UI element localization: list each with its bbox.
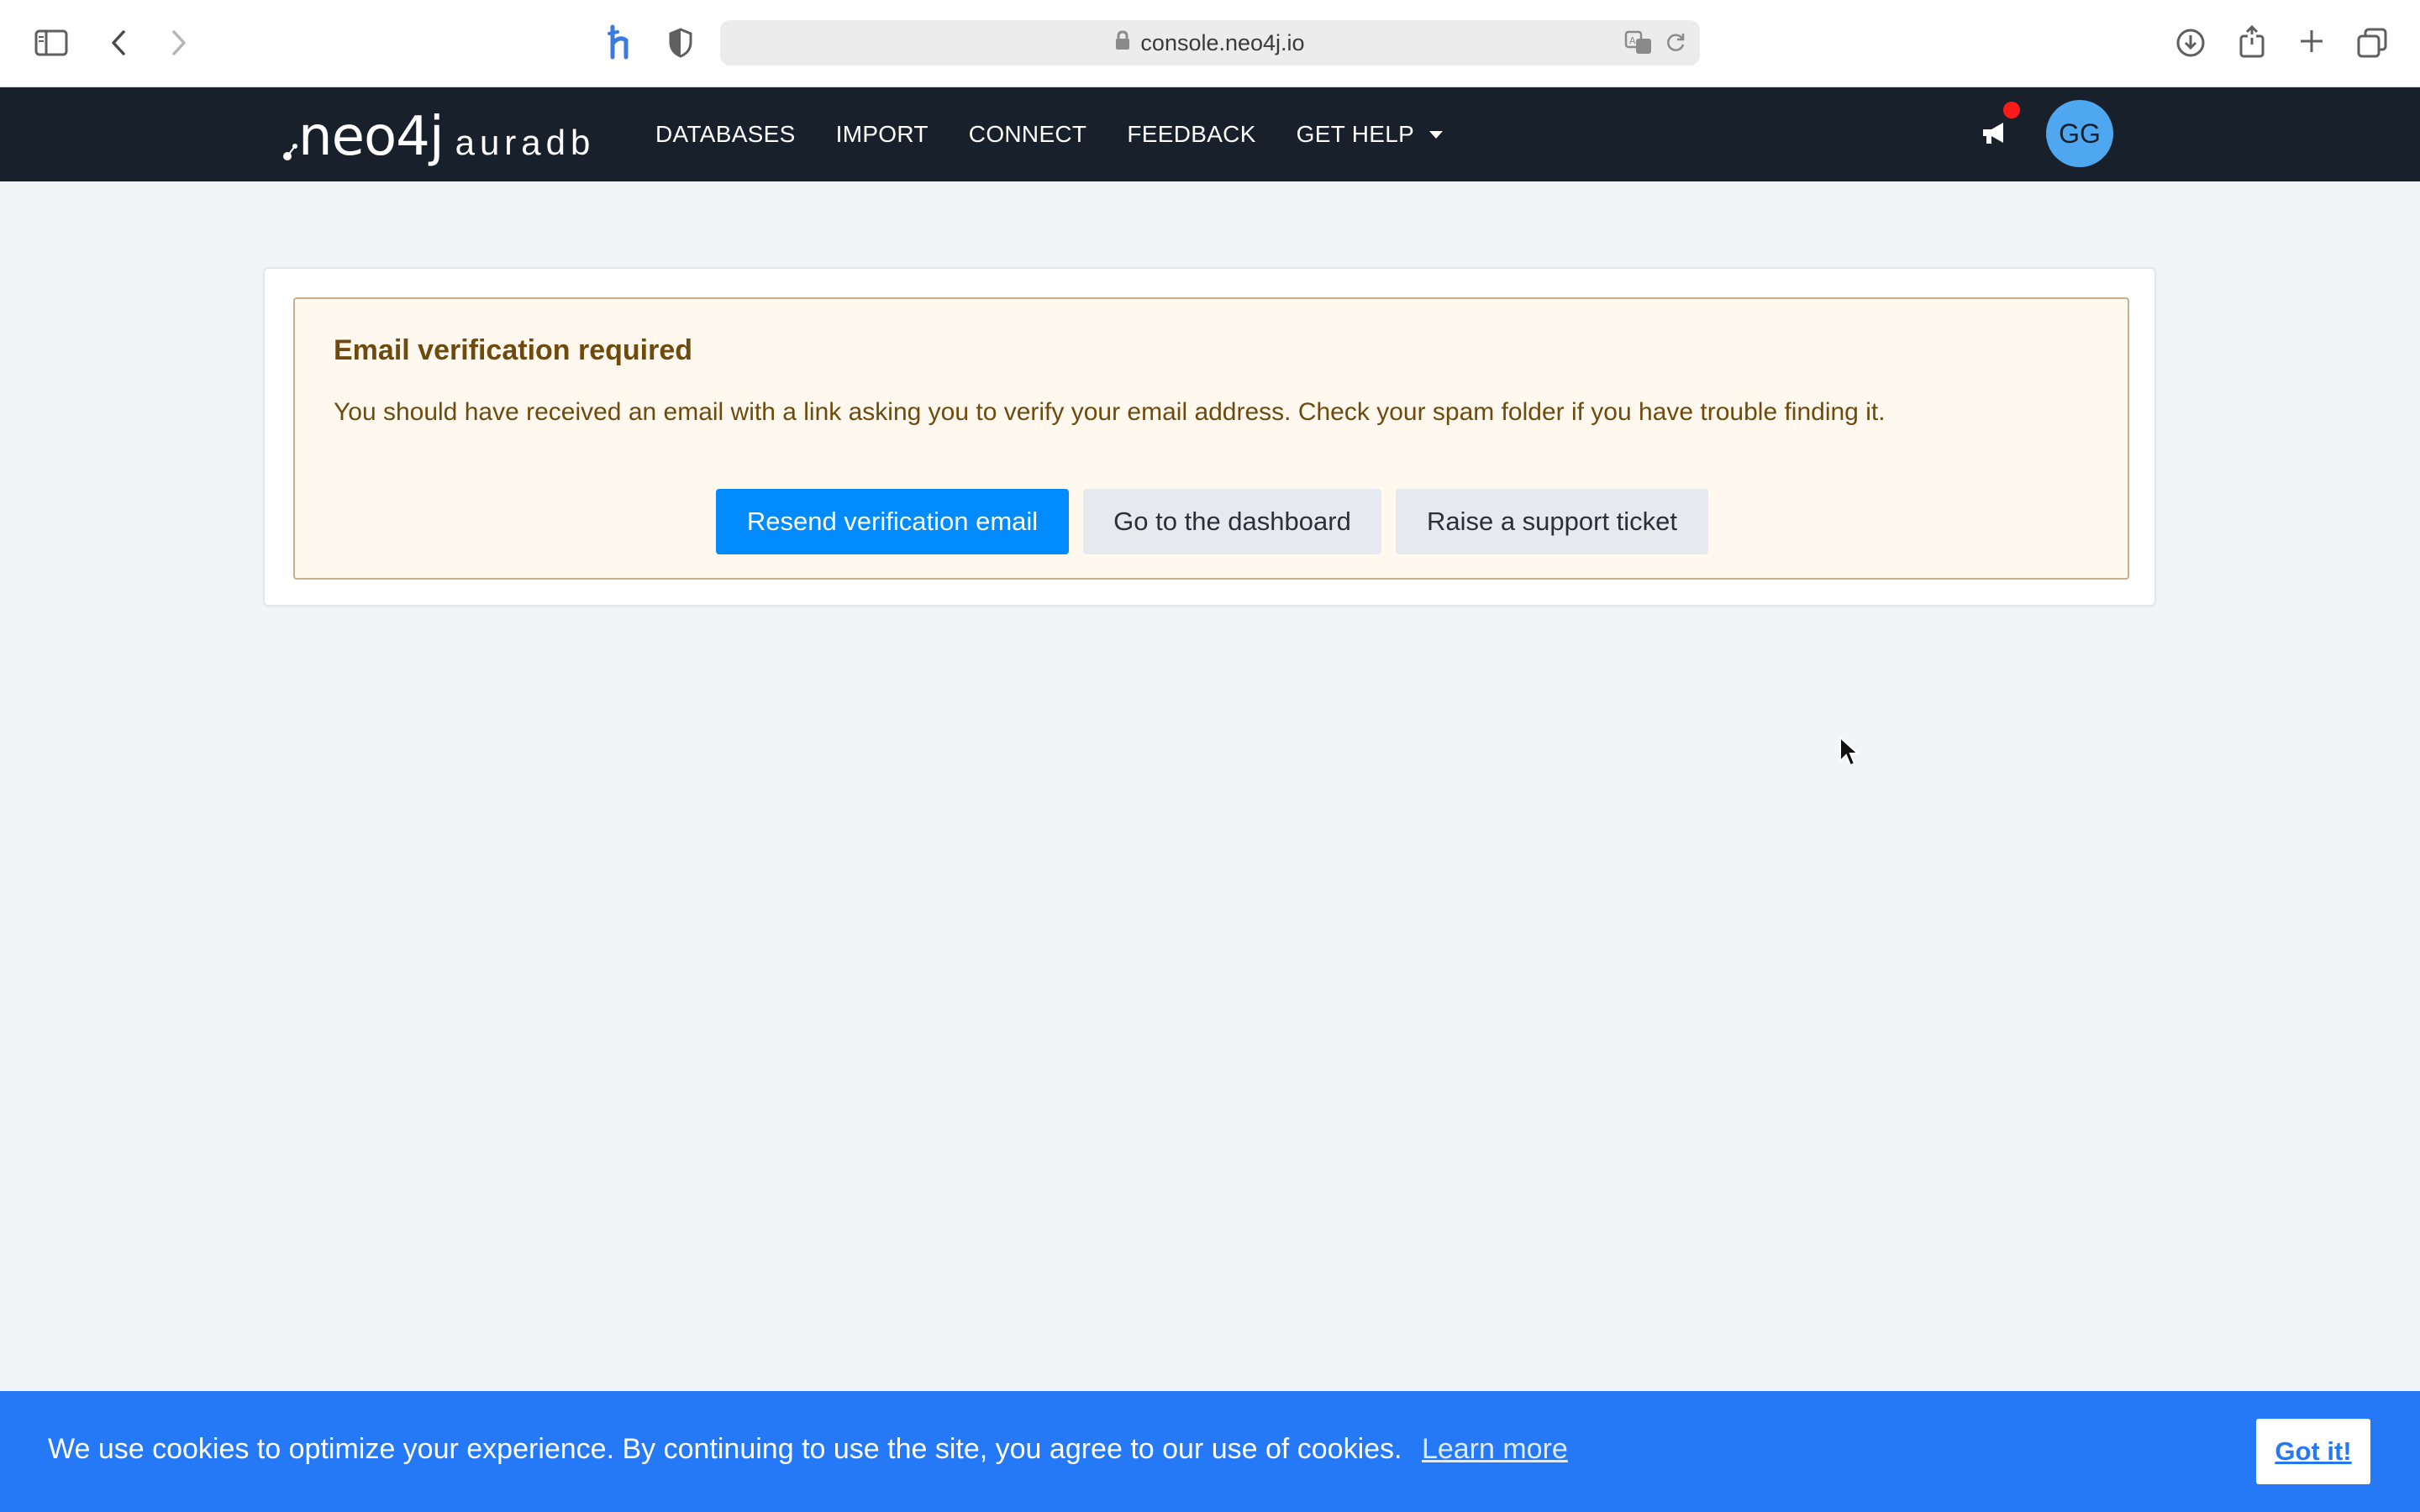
nav-get-help[interactable]: GET HELP (1296, 121, 1444, 148)
nav-databases[interactable]: DATABASES (655, 121, 796, 148)
browser-toolbar: console.neo4j.io A (0, 0, 2420, 87)
new-tab-icon[interactable] (2297, 27, 2326, 55)
verification-card: Email verification required You should h… (263, 267, 2156, 606)
downloads-icon[interactable] (2175, 27, 2207, 59)
cookie-message: We use cookies to optimize your experien… (48, 1433, 1568, 1466)
cookie-learn-more-link[interactable]: Learn more (1422, 1433, 1568, 1465)
lock-icon (1115, 29, 1130, 56)
translate-icon[interactable]: A (1624, 30, 1655, 61)
notification-dot (2003, 102, 2020, 118)
main-nav: DATABASES IMPORT CONNECT FEEDBACK GET HE… (655, 87, 1483, 181)
neo4j-auradb-logo[interactable]: neo4j auradb (283, 106, 596, 168)
nav-feedback[interactable]: FEEDBACK (1127, 121, 1255, 148)
cookie-accept-button[interactable]: Got it! (2256, 1419, 2370, 1484)
address-bar[interactable]: console.neo4j.io A (720, 20, 1700, 66)
nav-import[interactable]: IMPORT (836, 121, 929, 148)
alert-message: You should have received an email with a… (334, 398, 1886, 426)
svg-text:A: A (1629, 35, 1636, 46)
logo-auradb-text: auradb (455, 123, 596, 162)
cookie-message-text: We use cookies to optimize your experien… (48, 1433, 1402, 1465)
chevron-down-icon (1429, 130, 1444, 139)
nav-get-help-label: GET HELP (1296, 121, 1415, 147)
logo-neo4j-text: neo4j (298, 106, 445, 168)
honey-extension-icon[interactable] (603, 24, 637, 60)
go-to-dashboard-button[interactable]: Go to the dashboard (1083, 489, 1381, 554)
nav-connect[interactable]: CONNECT (969, 121, 1087, 148)
resend-verification-button[interactable]: Resend verification email (716, 489, 1069, 554)
sidebar-toggle-icon[interactable] (34, 27, 69, 59)
user-avatar[interactable]: GG (2046, 100, 2113, 167)
nav-connect-label: CONNECT (968, 121, 1087, 147)
share-icon[interactable] (2237, 24, 2267, 59)
reload-icon[interactable] (1665, 32, 1686, 60)
cookie-consent-banner: We use cookies to optimize your experien… (0, 1391, 2420, 1512)
back-icon[interactable] (106, 27, 131, 59)
tab-overview-icon[interactable] (2356, 27, 2388, 59)
url-text: console.neo4j.io (1140, 29, 1305, 55)
announcements-megaphone-icon[interactable] (1980, 120, 2008, 150)
mouse-cursor-icon (1839, 735, 1860, 772)
avatar-initials: GG (2059, 118, 2101, 149)
nav-databases-label: DATABASES (655, 121, 796, 147)
email-verification-alert: Email verification required You should h… (293, 297, 2129, 580)
privacy-shield-icon[interactable] (666, 27, 695, 59)
raise-support-ticket-button[interactable]: Raise a support ticket (1396, 489, 1708, 554)
forward-icon[interactable] (166, 27, 192, 59)
nav-feedback-label: FEEDBACK (1127, 121, 1256, 147)
nav-import-label: IMPORT (835, 121, 929, 147)
alert-title: Email verification required (334, 334, 693, 366)
